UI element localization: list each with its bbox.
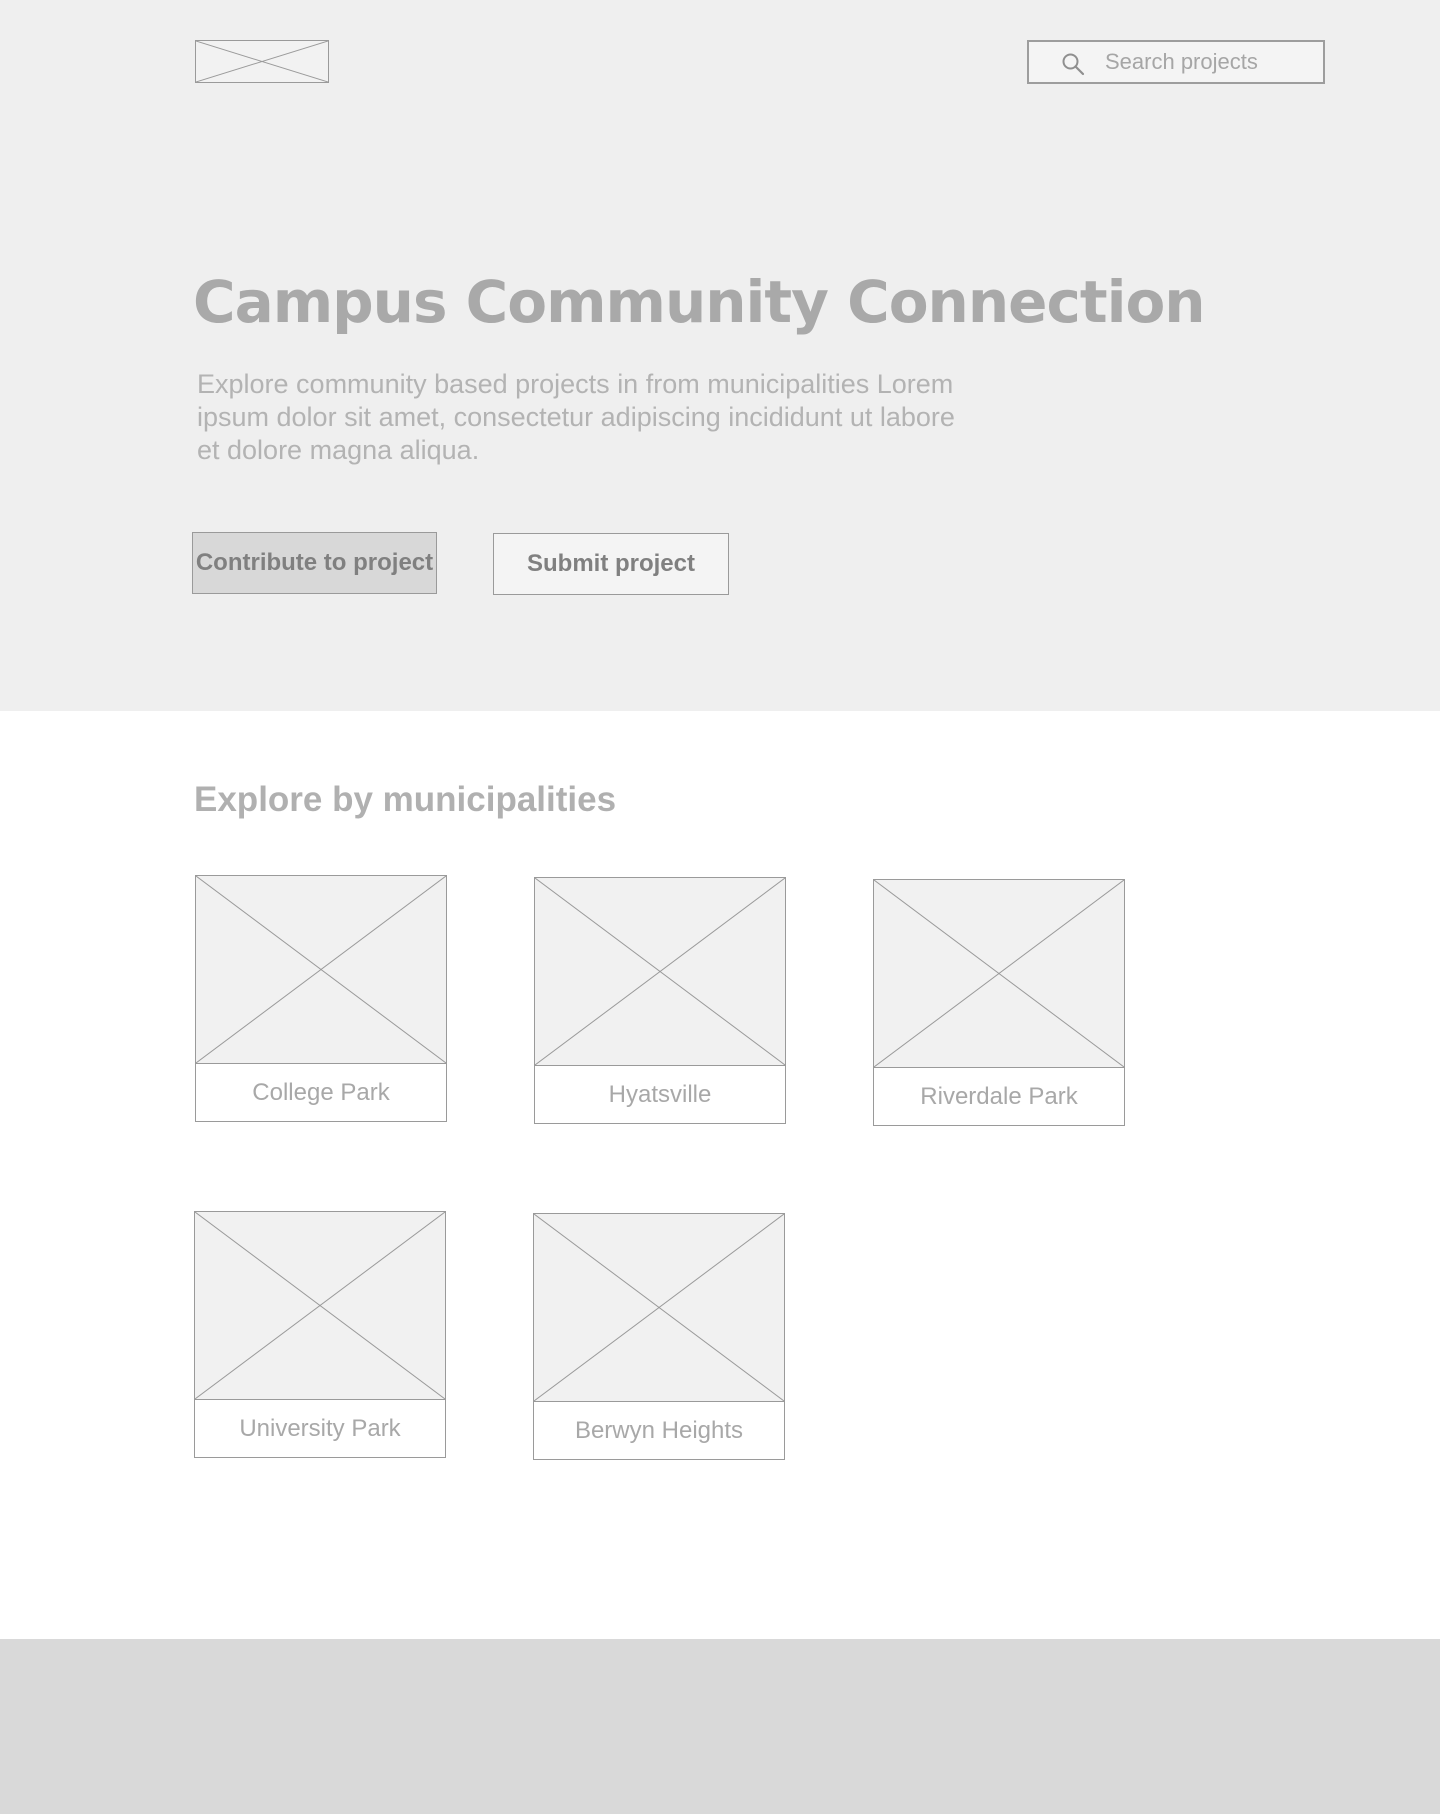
logo-placeholder[interactable] [195,40,329,83]
municipality-card-riverdale-park[interactable]: Riverdale Park [873,879,1125,1126]
card-label: Riverdale Park [920,1082,1078,1110]
municipality-card-hyatsville[interactable]: Hyatsville [534,877,786,1124]
image-placeholder-icon [874,880,1124,1067]
card-label: Berwyn Heights [574,1416,744,1444]
submit-project-button[interactable]: Submit project [493,533,729,595]
page-title: Campus Community Connection [193,268,1206,336]
search-input[interactable] [1105,48,1305,76]
card-image-placeholder [535,878,785,1066]
card-image-placeholder [195,1212,445,1400]
card-label: University Park [239,1414,401,1442]
search-icon[interactable] [1061,52,1085,76]
hero-subtitle: Explore community based projects in from… [197,369,955,465]
municipality-card-berwyn-heights[interactable]: Berwyn Heights [533,1213,785,1460]
footer [0,1639,1440,1814]
card-label: College Park [252,1078,390,1106]
hero-section: Campus Community Connection Explore comm… [0,0,1440,711]
image-placeholder-icon [534,1214,784,1401]
municipality-card-university-park[interactable]: University Park [194,1211,446,1458]
section-title: Explore by municipalities [194,780,617,819]
municipality-card-college-park[interactable]: College Park [195,875,447,1122]
card-image-placeholder [874,880,1124,1068]
card-image-placeholder [196,876,446,1064]
card-image-placeholder [534,1214,784,1402]
search-box [1027,40,1325,84]
image-placeholder-icon [196,876,446,1063]
image-placeholder-icon [195,1212,445,1399]
contribute-to-project-button[interactable]: Contribute to project [192,532,437,594]
image-placeholder-icon [196,41,328,82]
card-label: Hyatsville [608,1080,712,1108]
image-placeholder-icon [535,878,785,1065]
